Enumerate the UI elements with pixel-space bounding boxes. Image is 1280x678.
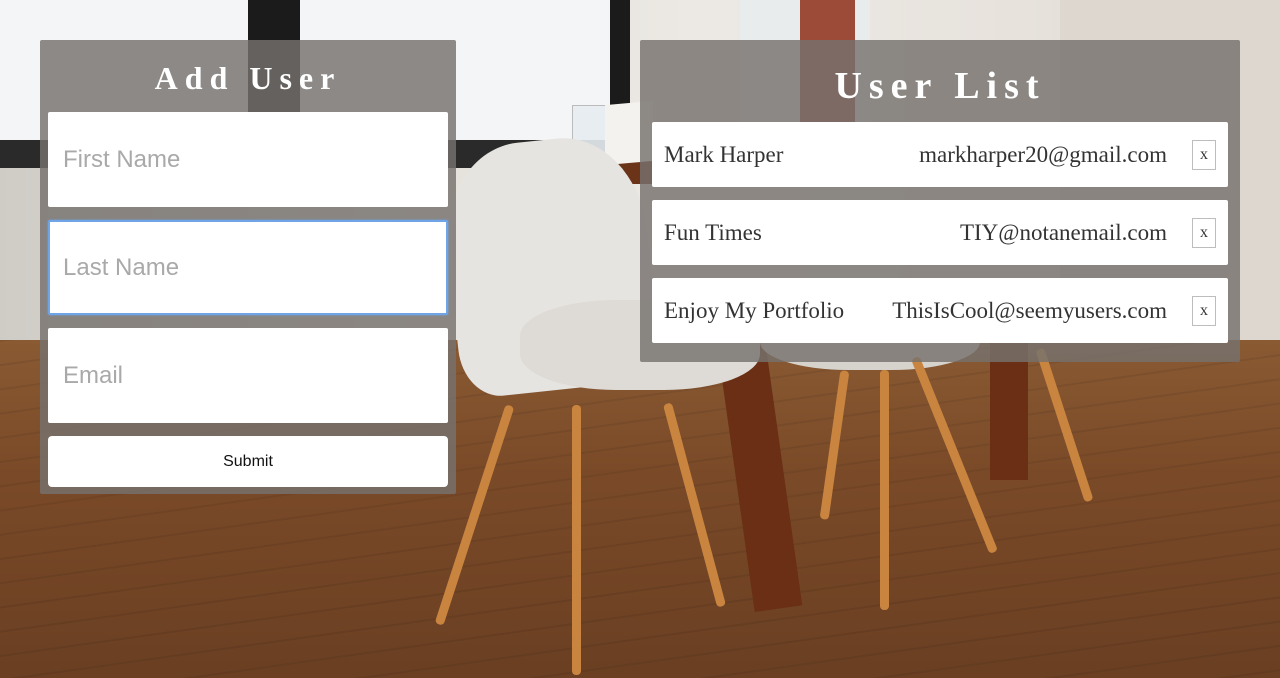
last-name-input[interactable] — [48, 220, 448, 315]
user-name: Fun Times — [664, 219, 762, 245]
user-row: Mark Harper markharper20@gmail.com x — [652, 122, 1228, 187]
user-email: markharper20@gmail.com — [919, 141, 1167, 167]
delete-user-button[interactable]: x — [1192, 295, 1216, 326]
user-row: Enjoy My Portfolio ThisIsCool@seemyusers… — [652, 278, 1228, 343]
delete-user-button[interactable]: x — [1192, 217, 1216, 248]
user-list-panel: User List Mark Harper markharper20@gmail… — [640, 40, 1240, 362]
email-input[interactable] — [48, 328, 448, 423]
user-email: ThisIsCool@seemyusers.com — [892, 297, 1167, 323]
user-row: Fun Times TIY@notanemail.com x — [652, 200, 1228, 265]
delete-user-button[interactable]: x — [1192, 139, 1216, 170]
user-email: TIY@notanemail.com — [959, 219, 1167, 245]
add-user-panel: Add User Submit — [40, 40, 456, 494]
user-name: Enjoy My Portfolio — [664, 297, 845, 323]
user-name: Mark Harper — [664, 141, 784, 167]
first-name-input[interactable] — [48, 112, 448, 207]
submit-button[interactable]: Submit — [48, 436, 448, 487]
user-list-title: User List — [834, 65, 1046, 107]
add-user-title: Add User — [154, 60, 342, 96]
